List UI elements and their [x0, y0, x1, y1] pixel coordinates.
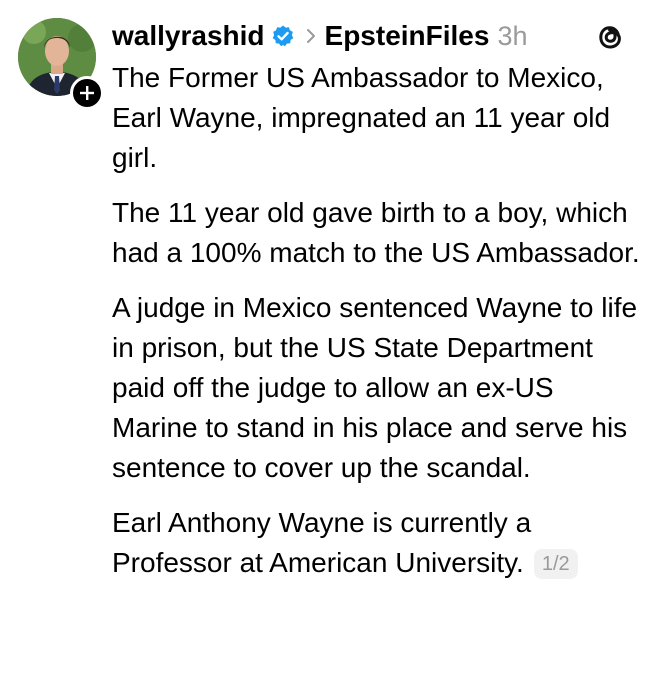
- threads-logo-icon[interactable]: [594, 20, 626, 54]
- post-paragraph-4: Earl Anthony Wayne is currently a Profes…: [112, 507, 532, 578]
- topic-tag[interactable]: EpsteinFiles: [325, 20, 490, 52]
- username[interactable]: wallyrashid: [112, 20, 265, 52]
- chevron-right-icon: [305, 26, 317, 46]
- plus-icon: [80, 86, 94, 100]
- page-counter: 1/2: [533, 549, 578, 579]
- post-header: wallyrashid EpsteinFiles 3h: [112, 14, 528, 58]
- avatar-container[interactable]: [18, 18, 104, 110]
- post-paragraph-4-container: Earl Anthony Wayne is currently a Profes…: [112, 503, 642, 583]
- post-paragraph-3: A judge in Mexico sentenced Wayne to lif…: [112, 292, 638, 483]
- post-paragraph-2: The 11 year old gave birth to a boy, whi…: [112, 197, 640, 268]
- post-body: The Former US Ambassador to Mexico, Earl…: [112, 58, 642, 598]
- timestamp: 3h: [497, 20, 528, 51]
- follow-button[interactable]: [70, 76, 104, 110]
- post-paragraph-1: The Former US Ambassador to Mexico, Earl…: [112, 62, 611, 173]
- thread-post: wallyrashid EpsteinFiles 3h The Former U…: [0, 0, 652, 680]
- verified-badge-icon: [271, 24, 295, 48]
